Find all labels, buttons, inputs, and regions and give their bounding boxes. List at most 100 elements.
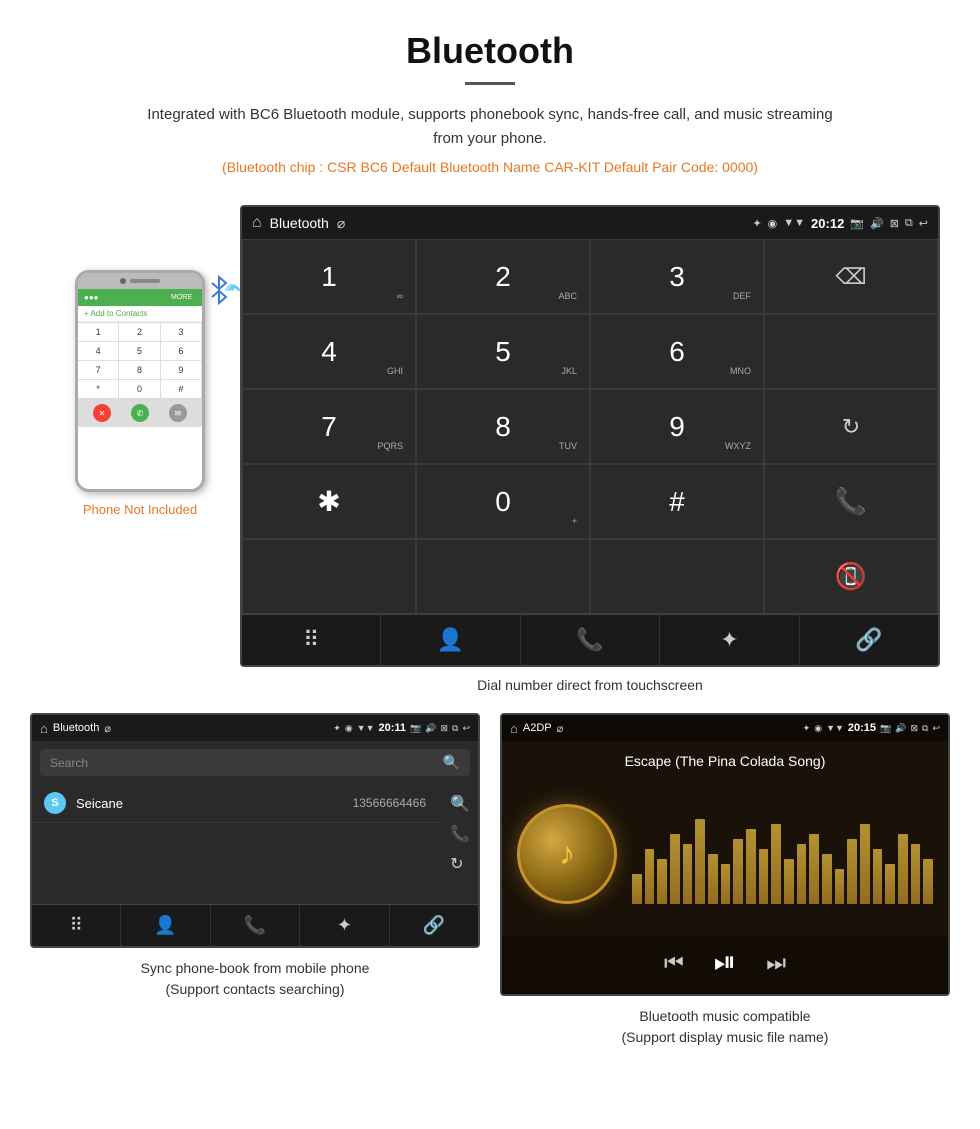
contact-phone: 13566664466 xyxy=(353,796,426,810)
pb-time: 20:11 xyxy=(379,722,407,734)
dialpad-grid: 1 ∞ 2 ABC 3 DEF ⌫ 4 GHI xyxy=(242,239,938,614)
dial-key-3[interactable]: 3 DEF xyxy=(590,239,764,314)
eq-bar xyxy=(885,864,895,904)
music-usb-icon: ⌀ xyxy=(557,722,564,735)
music-sig-icon: ▼▼ xyxy=(826,723,844,733)
phone-speaker-icon xyxy=(130,279,160,283)
contact-seicane[interactable]: S Seicane 13566664466 xyxy=(32,784,438,823)
page-description: Integrated with BC6 Bluetooth module, su… xyxy=(140,103,840,151)
phonebook-caption: Sync phone-book from mobile phone (Suppo… xyxy=(30,958,480,1000)
music-song-title: Escape (The Pina Colada Song) xyxy=(625,753,826,769)
refresh-icon: ↻ xyxy=(842,414,860,440)
bottom-screenshots: ⌂ Bluetooth ⌀ ✦ ◉ ▼▼ 20:11 📷 🔊 ⊠ ⧉ ↩ xyxy=(0,713,980,1078)
phone-end-button: ✕ xyxy=(93,404,111,422)
eq-bar xyxy=(733,839,743,904)
music-screen-title: A2DP xyxy=(523,722,552,734)
split-icon: ⧉ xyxy=(905,217,913,230)
dial-key-8[interactable]: 8 TUV xyxy=(416,389,590,464)
pb-back-icon[interactable]: ↩ xyxy=(462,723,470,734)
empty-cell-4 xyxy=(590,539,764,614)
back-icon[interactable]: ↩ xyxy=(919,217,928,230)
music-equalizer xyxy=(632,804,933,904)
dial-key-5[interactable]: 5 JKL xyxy=(416,314,590,389)
pb-loc-icon: ◉ xyxy=(345,723,353,734)
phone-screen-header: ●●● MORE xyxy=(78,289,202,306)
dial-key-2[interactable]: 2 ABC xyxy=(416,239,590,314)
eq-bar xyxy=(721,864,731,904)
pb-search-side-icon[interactable]: 🔍 xyxy=(450,794,470,814)
eq-bar xyxy=(835,869,845,904)
delete-button[interactable]: ⌫ xyxy=(764,239,938,314)
pb-home-icon[interactable]: ⌂ xyxy=(40,721,48,736)
dial-key-4[interactable]: 4 GHI xyxy=(242,314,416,389)
music-vol-icon: 🔊 xyxy=(895,723,906,734)
eq-bar xyxy=(898,834,908,904)
music-status-right: ✦ ◉ ▼▼ 20:15 📷 🔊 ⊠ ⧉ ↩ xyxy=(803,722,940,734)
music-back-icon[interactable]: ↩ xyxy=(932,723,940,734)
page-specs: (Bluetooth chip : CSR BC6 Default Blueto… xyxy=(20,159,960,175)
pb-person-icon: 👤 xyxy=(154,915,176,936)
pb-bt-button[interactable]: ✦ xyxy=(300,905,389,946)
music-time: 20:15 xyxy=(848,722,876,734)
camera-icon: 📷 xyxy=(850,217,864,230)
pb-phone-button[interactable]: 📞 xyxy=(211,905,300,946)
call-button[interactable]: 📞 xyxy=(764,464,938,539)
skip-forward-button[interactable]: ⏭ xyxy=(766,950,786,976)
music-title-bar: Escape (The Pina Colada Song) xyxy=(502,741,948,776)
pb-dialpad-button[interactable]: ⠿ xyxy=(32,905,121,946)
eq-bar xyxy=(645,849,655,904)
album-art: ♪ xyxy=(517,804,617,904)
usb-icon: ⌀ xyxy=(337,215,345,232)
phonebook-side-icons: 🔍 📞 ↻ xyxy=(450,789,470,879)
link-nav-button[interactable]: 🔗 xyxy=(800,615,938,665)
pb-cam-icon: 📷 xyxy=(410,723,421,734)
music-note-icon: ♪ xyxy=(559,835,575,872)
phonebook-status-bar: ⌂ Bluetooth ⌀ ✦ ◉ ▼▼ 20:11 📷 🔊 ⊠ ⧉ ↩ xyxy=(32,715,478,741)
music-cam-icon: 📷 xyxy=(880,723,891,734)
main-screen-caption: Dial number direct from touchscreen xyxy=(477,667,703,713)
music-bt-icon: ✦ xyxy=(803,723,811,734)
pb-refresh-side-icon[interactable]: ↻ xyxy=(450,854,470,874)
signal-icon: ▼▼ xyxy=(783,217,805,229)
pb-bt-icon: ✦ xyxy=(333,723,341,734)
dial-key-9[interactable]: 9 WXYZ xyxy=(590,389,764,464)
music-split-icon: ⧉ xyxy=(922,723,928,734)
eq-bar xyxy=(746,829,756,904)
eq-bar xyxy=(847,839,857,904)
pb-status-left: ⌂ Bluetooth ⌀ xyxy=(40,721,111,736)
add-contacts-label: + Add to Contacts xyxy=(78,306,202,322)
dial-key-star[interactable]: ✱ xyxy=(242,464,416,539)
phone-nav-button[interactable]: 📞 xyxy=(521,615,660,665)
music-home-icon[interactable]: ⌂ xyxy=(510,721,518,736)
phone-call-button: ✆ xyxy=(131,404,149,422)
play-pause-button[interactable]: ⏯ xyxy=(714,946,736,979)
pb-phone-side-icon[interactable]: 📞 xyxy=(450,824,470,844)
phone-mock: ●●● MORE + Add to Contacts 1 2 3 4 5 6 7… xyxy=(75,270,205,492)
dial-key-0[interactable]: 0 + xyxy=(416,464,590,539)
dial-key-7[interactable]: 7 PQRS xyxy=(242,389,416,464)
dialpad-nav-button[interactable]: ⠿ xyxy=(242,615,381,665)
pb-link-button[interactable]: 🔗 xyxy=(390,905,478,946)
dial-key-1[interactable]: 1 ∞ xyxy=(242,239,416,314)
music-main-area: ♪ xyxy=(502,776,948,936)
eq-bar xyxy=(873,849,883,904)
bluetooth-nav-button[interactable]: ✦ xyxy=(660,615,799,665)
music-close-icon: ⊠ xyxy=(910,723,918,734)
refresh-button[interactable]: ↻ xyxy=(764,389,938,464)
contacts-nav-button[interactable]: 👤 xyxy=(381,615,520,665)
empty-cell-3 xyxy=(416,539,590,614)
dial-key-6[interactable]: 6 MNO xyxy=(590,314,764,389)
pb-phone-nav-icon: 📞 xyxy=(244,915,266,936)
bluetooth-status-icon: ✦ xyxy=(752,217,761,230)
home-icon[interactable]: ⌂ xyxy=(252,214,262,232)
bottom-navigation: ⠿ 👤 📞 ✦ 🔗 xyxy=(242,614,938,665)
pb-contacts-button[interactable]: 👤 xyxy=(121,905,210,946)
eq-bars xyxy=(632,804,933,904)
screen-off-icon: ⊠ xyxy=(890,217,899,230)
empty-cell-2 xyxy=(242,539,416,614)
end-call-button[interactable]: 📵 xyxy=(764,539,938,614)
phonebook-search-bar[interactable]: Search 🔍 xyxy=(40,749,470,776)
phone-bottom-bar: ✕ ✆ ✉ xyxy=(78,399,202,427)
skip-back-button[interactable]: ⏮ xyxy=(664,950,684,976)
dial-key-hash[interactable]: # xyxy=(590,464,764,539)
